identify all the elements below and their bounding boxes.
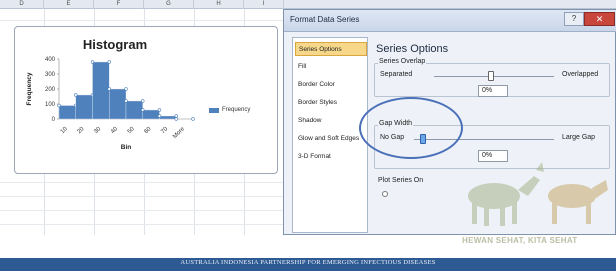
column-header-g[interactable]: G — [144, 0, 194, 9]
bar-handle-point — [107, 60, 111, 64]
y-tick-label: 0 — [52, 117, 56, 123]
y-tick-label: 400 — [45, 57, 56, 63]
nav-item-border-color[interactable]: Border Color — [295, 78, 367, 92]
histogram-bar — [92, 61, 110, 120]
bar-handle-point — [57, 103, 61, 108]
separated-label: Separated — [380, 71, 413, 78]
series-overlap-track[interactable] — [434, 76, 554, 77]
section-title: Series Options — [376, 43, 449, 55]
large-gap-label: Large Gap — [562, 134, 596, 141]
bar-handle-point — [124, 99, 128, 103]
x-tick-label: 50 — [127, 126, 136, 135]
histogram-bar — [125, 100, 143, 120]
histogram-chart[interactable]: Histogram 400 300 200 100 0 10 20 30 40 50 60 70 Mor… — [14, 26, 278, 174]
x-tick-label: 70 — [160, 126, 169, 135]
bar-handle-point — [191, 117, 195, 121]
histogram-bar — [75, 94, 93, 120]
dialog-title-bar[interactable]: Format Data Series ? ✕ — [284, 10, 616, 32]
y-tick-label: 300 — [45, 72, 56, 78]
dialog-title: Format Data Series — [290, 15, 360, 24]
bar-handle-point — [107, 87, 111, 91]
bar-handle-point — [157, 114, 162, 118]
watermark-slogan: HEWAN SEHAT, KITA SEHAT — [462, 236, 578, 245]
nav-item-shadow[interactable]: Shadow — [295, 114, 367, 128]
plot-series-on-label: Plot Series On — [378, 177, 424, 184]
x-tick-label: 60 — [144, 126, 153, 135]
column-header-d[interactable]: D — [0, 0, 44, 9]
footer-text: AUSTRALIA INDONESIA PARTNERSHIP FOR EMER… — [180, 259, 436, 266]
histogram-bar — [58, 105, 76, 120]
bar-handle-point — [141, 108, 145, 112]
histogram-bar — [142, 109, 160, 120]
x-tick-label: 20 — [77, 126, 86, 135]
histogram-bar — [159, 115, 177, 120]
help-button[interactable]: ? — [564, 12, 584, 26]
nav-item-series-options[interactable]: Series Options — [295, 42, 367, 56]
bar-handle-point — [124, 87, 128, 91]
chart-legend[interactable]: Frequency — [209, 107, 250, 113]
primary-axis-radio[interactable] — [382, 191, 388, 197]
legend-swatch — [209, 107, 219, 113]
series-overlap-slider-thumb[interactable] — [488, 71, 494, 81]
gap-width-highlight-annotation — [359, 97, 463, 159]
y-tick-label: 200 — [45, 87, 56, 93]
column-header-i[interactable]: I — [244, 0, 284, 9]
x-tick-label: 10 — [60, 126, 69, 135]
x-tick-label: More — [172, 126, 186, 140]
x-axis-title: Bin — [121, 144, 132, 151]
column-header-f[interactable]: F — [94, 0, 144, 9]
bar-handle-point — [90, 60, 95, 64]
close-button[interactable]: ✕ — [584, 12, 615, 26]
animal-silhouette-watermark-icon — [468, 162, 608, 226]
column-header-e[interactable]: E — [44, 0, 94, 9]
series-overlap-value-field[interactable]: 0% — [478, 85, 508, 97]
series-overlap-label: Series Overlap — [378, 58, 427, 65]
nav-item-fill[interactable]: Fill — [295, 60, 367, 74]
bar-handle-point — [157, 108, 162, 112]
nav-item-3d-format[interactable]: 3-D Format — [295, 150, 367, 164]
column-header-h[interactable]: H — [194, 0, 244, 9]
bar-handle-point — [174, 114, 178, 118]
y-axis-title: Frequency — [26, 72, 33, 105]
y-tick-label: 100 — [45, 102, 56, 108]
nav-item-border-styles[interactable]: Border Styles — [295, 96, 367, 110]
overlapped-label: Overlapped — [562, 71, 599, 78]
histogram-bar — [109, 88, 127, 120]
column-header-bar: D E F G H I — [0, 0, 616, 9]
bar-handle-point — [141, 99, 145, 103]
footer-banner: AUSTRALIA INDONESIA PARTNERSHIP FOR EMER… — [0, 258, 616, 271]
x-tick-label: 30 — [93, 126, 102, 135]
nav-item-glow-soft-edges[interactable]: Glow and Soft Edges — [295, 132, 367, 146]
x-tick-label: 40 — [110, 126, 119, 135]
chart-plot[interactable]: 400 300 200 100 0 10 20 30 40 50 60 70 More Bin Freque… — [15, 27, 277, 173]
bar-handle-point — [74, 93, 78, 97]
legend-label: Frequency — [222, 107, 251, 113]
dialog-nav-list: Series Options Fill Border Color Border … — [292, 37, 368, 233]
bar-handle-point — [174, 117, 178, 121]
